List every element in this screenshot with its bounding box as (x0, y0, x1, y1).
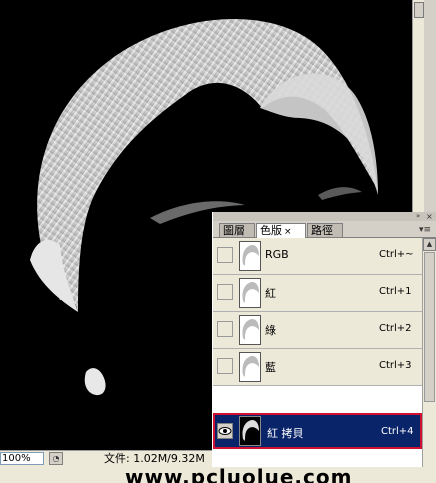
tab-layers[interactable]: 圖層 (219, 223, 255, 237)
eye-icon (218, 427, 232, 435)
channel-name: 紅 (265, 287, 276, 300)
channel-thumbnail (239, 352, 261, 382)
channel-thumbnail (239, 241, 261, 271)
visibility-toggle[interactable] (217, 358, 233, 374)
tab-label: 圖層 (223, 224, 245, 237)
close-icon[interactable]: × (426, 212, 433, 221)
panel-tab-row: 圖層 色版 × 路徑 ▾≡ (213, 221, 436, 238)
status-menu-icon[interactable]: ◔ (49, 452, 63, 465)
tab-close-icon[interactable]: × (284, 227, 292, 237)
watermark-text: www.pcluolue.com (125, 467, 353, 483)
scroll-up-icon[interactable]: ▲ (423, 238, 436, 251)
channel-shortcut: Ctrl+~ (379, 249, 414, 260)
channel-name: 綠 (265, 324, 276, 337)
channel-thumbnail (239, 278, 261, 308)
channel-thumbnail (239, 416, 261, 446)
channel-row-rgb[interactable]: RGB Ctrl+~ (213, 238, 422, 275)
document-size-info: 文件: 1.02M/9.32M (104, 452, 205, 465)
visibility-toggle[interactable] (217, 284, 233, 300)
panel-vertical-scrollbar[interactable]: ▲ (422, 238, 436, 467)
channel-row-green[interactable]: 綠 Ctrl+2 (213, 312, 422, 349)
zoom-level-field[interactable]: 100% (0, 452, 44, 465)
channel-shortcut: Ctrl+1 (379, 286, 412, 297)
channel-row-red-copy[interactable]: 紅 拷貝 Ctrl+4 (213, 413, 422, 449)
scrollbar-thumb[interactable] (424, 252, 435, 402)
channel-shortcut: Ctrl+3 (379, 360, 412, 371)
tab-paths[interactable]: 路徑 (307, 223, 343, 237)
tab-channels[interactable]: 色版 × (256, 223, 306, 238)
channel-name: 藍 (265, 361, 276, 374)
tab-label: 路徑 (311, 224, 333, 237)
watermark-strip: www.pcluolue.com (0, 467, 436, 483)
channel-row-blue[interactable]: 藍 Ctrl+3 (213, 349, 422, 386)
channel-shortcut: Ctrl+4 (381, 426, 414, 437)
scrollbar-thumb[interactable] (414, 2, 424, 18)
visibility-toggle[interactable] (217, 423, 233, 439)
channel-thumbnail (239, 315, 261, 345)
channels-panel: » × 圖層 色版 × 路徑 ▾≡ RGB Ctrl+~ 紅 Ctrl+1 綠 … (212, 212, 436, 467)
channel-name: 紅 拷貝 (267, 427, 304, 440)
channel-shortcut: Ctrl+2 (379, 323, 412, 334)
panel-menu-icon[interactable]: ▾≡ (419, 225, 431, 235)
channel-name: RGB (265, 248, 289, 261)
visibility-toggle[interactable] (217, 247, 233, 263)
collapse-icon[interactable]: » (416, 212, 420, 221)
channel-list: RGB Ctrl+~ 紅 Ctrl+1 綠 Ctrl+2 藍 Ctrl+3 紅 … (213, 238, 422, 467)
visibility-toggle[interactable] (217, 321, 233, 337)
channel-row-red[interactable]: 紅 Ctrl+1 (213, 275, 422, 312)
tab-label: 色版 (260, 224, 282, 237)
